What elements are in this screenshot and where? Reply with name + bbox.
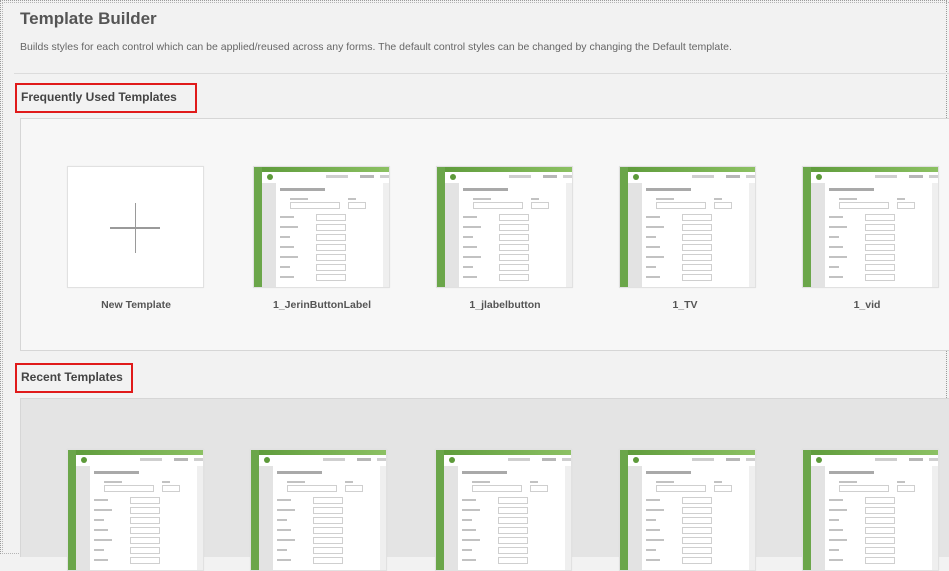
new-template-label: New Template: [101, 299, 171, 311]
recent-template-card[interactable]: [67, 449, 204, 571]
template-card[interactable]: [253, 166, 390, 288]
template-card[interactable]: [619, 166, 756, 288]
template-card[interactable]: [436, 166, 573, 288]
template-preview-thumbnail: [68, 450, 203, 570]
template-card-label: 1_vid: [853, 299, 881, 311]
recent-templates-heading: Recent Templates: [15, 363, 133, 393]
page-title: Template Builder: [20, 9, 157, 28]
new-template-card[interactable]: [67, 166, 204, 288]
template-preview-thumbnail: [620, 167, 755, 287]
template-card[interactable]: [802, 166, 939, 288]
header-divider: [14, 73, 949, 74]
template-card-label: 1_jlabelbutton: [469, 299, 541, 311]
template-card-label: 1_JerinButtonLabel: [272, 299, 372, 311]
recent-template-card[interactable]: [250, 449, 387, 571]
recent-template-card[interactable]: [619, 449, 756, 571]
template-preview-thumbnail: [620, 450, 755, 570]
template-preview-thumbnail: [254, 167, 389, 287]
frequent-templates-heading: Frequently Used Templates: [15, 83, 197, 113]
template-preview-thumbnail: [803, 450, 938, 570]
frequent-templates-panel: New Template 1_JerinButtonLabel 1_jlabel…: [20, 118, 949, 351]
recent-template-card[interactable]: [802, 449, 939, 571]
recent-template-card[interactable]: [435, 449, 572, 571]
page-description: Builds styles for each control which can…: [20, 41, 732, 53]
template-preview-thumbnail: [251, 450, 386, 570]
recent-templates-panel: [20, 398, 949, 571]
template-preview-thumbnail: [437, 167, 572, 287]
template-preview-thumbnail: [436, 450, 571, 570]
template-preview-thumbnail: [803, 167, 938, 287]
template-card-label: 1_TV: [672, 299, 698, 311]
